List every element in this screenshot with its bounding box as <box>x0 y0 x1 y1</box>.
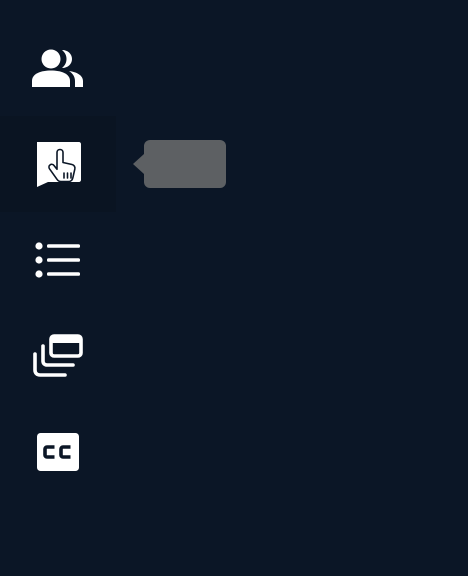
people-icon <box>31 48 85 88</box>
tooltip <box>133 140 226 188</box>
page <box>0 0 468 576</box>
closed-captions-icon <box>36 432 80 472</box>
side-rail <box>0 20 116 500</box>
picture-in-picture-icon <box>33 334 83 378</box>
list-icon <box>35 242 81 278</box>
rail-item-list[interactable] <box>0 212 116 308</box>
raise-hand-icon <box>34 140 82 188</box>
rail-item-layout[interactable] <box>0 308 116 404</box>
rail-item-participants[interactable] <box>0 20 116 116</box>
rail-item-captions[interactable] <box>0 404 116 500</box>
rail-item-reactions[interactable] <box>0 116 116 212</box>
